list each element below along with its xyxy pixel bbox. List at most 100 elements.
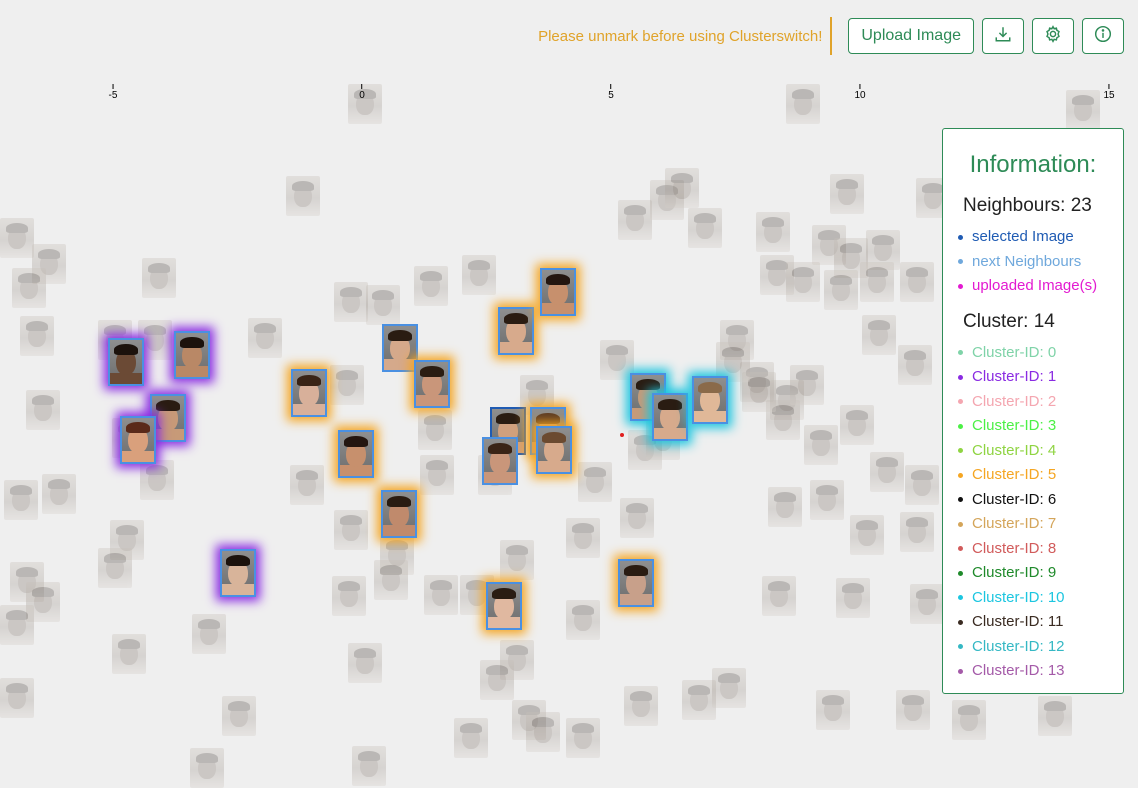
- faded-thumbnail[interactable]: [1038, 696, 1072, 736]
- neighbour-thumbnail[interactable]: [381, 490, 417, 538]
- faded-thumbnail[interactable]: [12, 268, 46, 308]
- faded-thumbnail[interactable]: [900, 262, 934, 302]
- neighbour-thumbnail[interactable]: [536, 426, 572, 474]
- faded-thumbnail[interactable]: [756, 212, 790, 252]
- faded-thumbnail[interactable]: [810, 480, 844, 520]
- faded-thumbnail[interactable]: [786, 262, 820, 302]
- neighbour-thumbnail[interactable]: [692, 376, 728, 424]
- faded-thumbnail[interactable]: [330, 365, 364, 405]
- faded-thumbnail[interactable]: [790, 365, 824, 405]
- faded-thumbnail[interactable]: [762, 576, 796, 616]
- faded-thumbnail[interactable]: [816, 690, 850, 730]
- faded-thumbnail[interactable]: [910, 584, 944, 624]
- cluster-legend-item[interactable]: Cluster-ID: 1: [958, 365, 1123, 390]
- cluster-legend-item[interactable]: Cluster-ID: 5: [958, 463, 1123, 488]
- faded-thumbnail[interactable]: [332, 576, 366, 616]
- settings-button[interactable]: [1032, 18, 1074, 54]
- faded-thumbnail[interactable]: [480, 660, 514, 700]
- cluster-legend-item[interactable]: Cluster-ID: 6: [958, 488, 1123, 513]
- faded-thumbnail[interactable]: [836, 578, 870, 618]
- faded-thumbnail[interactable]: [860, 262, 894, 302]
- cluster-legend-item[interactable]: Cluster-ID: 13: [958, 659, 1123, 684]
- faded-thumbnail[interactable]: [418, 410, 452, 450]
- faded-thumbnail[interactable]: [688, 208, 722, 248]
- neighbour-thumbnail[interactable]: [291, 369, 327, 417]
- neighbour-thumbnail[interactable]: [220, 549, 256, 597]
- faded-thumbnail[interactable]: [0, 678, 34, 718]
- neighbour-thumbnail[interactable]: [414, 360, 450, 408]
- highlight-legend-item[interactable]: selected Image: [958, 225, 1123, 250]
- faded-thumbnail[interactable]: [682, 680, 716, 720]
- faded-thumbnail[interactable]: [620, 498, 654, 538]
- neighbour-thumbnail[interactable]: [108, 338, 144, 386]
- faded-thumbnail[interactable]: [420, 455, 454, 495]
- faded-thumbnail[interactable]: [500, 540, 534, 580]
- faded-thumbnail[interactable]: [414, 266, 448, 306]
- faded-thumbnail[interactable]: [424, 575, 458, 615]
- faded-thumbnail[interactable]: [952, 700, 986, 740]
- cluster-legend-item[interactable]: Cluster-ID: 10: [958, 586, 1123, 611]
- faded-thumbnail[interactable]: [334, 510, 368, 550]
- faded-thumbnail[interactable]: [42, 474, 76, 514]
- faded-thumbnail[interactable]: [112, 634, 146, 674]
- faded-thumbnail[interactable]: [348, 643, 382, 683]
- neighbour-thumbnail[interactable]: [618, 559, 654, 607]
- cluster-legend-item[interactable]: Cluster-ID: 11: [958, 610, 1123, 635]
- cluster-legend-item[interactable]: Cluster-ID: 7: [958, 512, 1123, 537]
- faded-thumbnail[interactable]: [286, 176, 320, 216]
- faded-thumbnail[interactable]: [222, 696, 256, 736]
- cluster-legend-item[interactable]: Cluster-ID: 8: [958, 537, 1123, 562]
- faded-thumbnail[interactable]: [824, 270, 858, 310]
- highlight-legend-item[interactable]: uploaded Image(s): [958, 274, 1123, 299]
- cluster-legend-item[interactable]: Cluster-ID: 3: [958, 414, 1123, 439]
- faded-thumbnail[interactable]: [366, 285, 400, 325]
- faded-thumbnail[interactable]: [665, 168, 699, 208]
- neighbour-thumbnail[interactable]: [498, 307, 534, 355]
- faded-thumbnail[interactable]: [624, 686, 658, 726]
- faded-thumbnail[interactable]: [248, 318, 282, 358]
- faded-thumbnail[interactable]: [712, 668, 746, 708]
- faded-thumbnail[interactable]: [578, 462, 612, 502]
- cluster-legend-item[interactable]: Cluster-ID: 4: [958, 439, 1123, 464]
- faded-thumbnail[interactable]: [0, 605, 34, 645]
- faded-thumbnail[interactable]: [26, 390, 60, 430]
- neighbour-thumbnail[interactable]: [120, 416, 156, 464]
- cluster-legend-item[interactable]: Cluster-ID: 2: [958, 390, 1123, 415]
- faded-thumbnail[interactable]: [4, 480, 38, 520]
- faded-thumbnail[interactable]: [898, 345, 932, 385]
- faded-thumbnail[interactable]: [566, 718, 600, 758]
- faded-thumbnail[interactable]: [142, 258, 176, 298]
- faded-thumbnail[interactable]: [850, 515, 884, 555]
- faded-thumbnail[interactable]: [334, 282, 368, 322]
- cluster-legend-item[interactable]: Cluster-ID: 12: [958, 635, 1123, 660]
- cluster-legend-item[interactable]: Cluster-ID: 0: [958, 341, 1123, 366]
- faded-thumbnail[interactable]: [190, 748, 224, 788]
- faded-thumbnail[interactable]: [526, 712, 560, 752]
- highlight-legend-item[interactable]: next Neighbours: [958, 250, 1123, 275]
- faded-thumbnail[interactable]: [840, 405, 874, 445]
- neighbour-thumbnail[interactable]: [482, 437, 518, 485]
- faded-thumbnail[interactable]: [600, 340, 634, 380]
- faded-thumbnail[interactable]: [462, 255, 496, 295]
- faded-thumbnail[interactable]: [830, 174, 864, 214]
- faded-thumbnail[interactable]: [454, 718, 488, 758]
- faded-thumbnail[interactable]: [20, 316, 54, 356]
- faded-thumbnail[interactable]: [290, 465, 324, 505]
- neighbour-thumbnail[interactable]: [338, 430, 374, 478]
- faded-thumbnail[interactable]: [192, 614, 226, 654]
- faded-thumbnail[interactable]: [140, 460, 174, 500]
- faded-thumbnail[interactable]: [98, 548, 132, 588]
- faded-thumbnail[interactable]: [870, 452, 904, 492]
- neighbour-thumbnail[interactable]: [174, 331, 210, 379]
- faded-thumbnail[interactable]: [0, 218, 34, 258]
- faded-thumbnail[interactable]: [374, 560, 408, 600]
- faded-thumbnail[interactable]: [566, 518, 600, 558]
- upload-image-button[interactable]: Upload Image: [848, 18, 974, 54]
- faded-thumbnail[interactable]: [804, 425, 838, 465]
- faded-thumbnail[interactable]: [352, 746, 386, 786]
- cluster-legend-item[interactable]: Cluster-ID: 9: [958, 561, 1123, 586]
- faded-thumbnail[interactable]: [618, 200, 652, 240]
- neighbour-thumbnail[interactable]: [486, 582, 522, 630]
- neighbour-thumbnail[interactable]: [382, 324, 418, 372]
- faded-thumbnail[interactable]: [905, 465, 939, 505]
